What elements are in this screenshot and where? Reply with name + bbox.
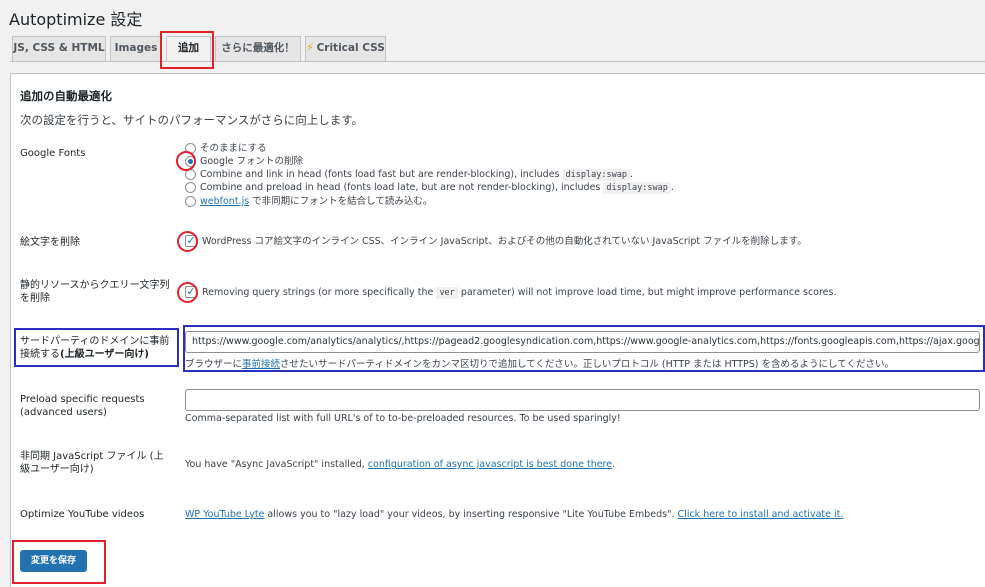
google-fonts-label: Google Fonts [20, 148, 86, 159]
webfontjs-link[interactable]: webfont.js [200, 196, 249, 207]
section-heading: 追加の自動最適化 [20, 89, 112, 103]
google-fonts-radio-combine-preload[interactable] [185, 182, 196, 193]
google-fonts-option-combine-preload: Combine and preload in head (fonts load … [200, 182, 674, 194]
highlight-emoji-checkbox [177, 231, 198, 252]
highlight-query-strings-checkbox [177, 282, 198, 303]
google-fonts-option-webfontjs: webfont.js で非同期にフォントを結合して読み込む。 [200, 196, 433, 207]
page-title: Autoptimize 設定 [9, 10, 143, 29]
preload-input[interactable] [185, 389, 980, 411]
section-description: 次の設定を行うと、サイトのパフォーマンスがさらに向上します。 [20, 113, 364, 127]
youtube-description: WP YouTube Lyte allows you to "lazy load… [185, 509, 844, 520]
preload-hint: Comma-separated list with full URL's of … [185, 413, 621, 424]
google-fonts-option-combine-link: Combine and link in head (fonts load fas… [200, 169, 633, 181]
google-fonts-radio-webfontjs[interactable] [185, 196, 196, 207]
highlight-preconnect-label [14, 328, 179, 367]
youtube-install-link[interactable]: Click here to install and activate it. [678, 509, 844, 520]
ver-code: ver [436, 287, 458, 299]
tabs-divider [10, 61, 985, 62]
async-js-label: 非同期 JavaScript ファイル (上級ユーザー向け) [20, 451, 164, 475]
wp-youtube-lyte-link[interactable]: WP YouTube Lyte [185, 509, 264, 520]
emoji-label: 絵文字を削除 [20, 237, 80, 248]
tab-more-optimization[interactable]: さらに最適化！ [215, 36, 301, 61]
tab-critical-css-label: Critical CSS [316, 42, 385, 54]
highlight-preconnect-field [183, 325, 985, 372]
google-fonts-option-keep: そのままにする [200, 143, 267, 154]
display-swap-code: display:swap [562, 169, 630, 181]
query-strings-label: 静的リソースからクエリー文字列を削除 [20, 280, 170, 304]
highlight-save-button [12, 540, 106, 584]
youtube-label: Optimize YouTube videos [20, 509, 145, 520]
highlight-google-fonts-remove [176, 151, 196, 171]
lightning-bolt-icon: ⚡ [306, 42, 314, 54]
tab-images[interactable]: Images [110, 36, 162, 61]
google-fonts-option-remove: Google フォントの削除 [200, 156, 304, 167]
emoji-description: WordPress コア絵文字のインライン CSS、インライン JavaScri… [202, 236, 807, 247]
display-swap-code: display:swap [603, 182, 671, 194]
highlight-extra-tab [160, 31, 214, 69]
tab-js-css-html[interactable]: JS, CSS & HTML [12, 36, 106, 61]
tab-critical-css[interactable]: ⚡ Critical CSS [305, 36, 386, 61]
query-strings-description: Removing query strings (or more specific… [202, 287, 837, 299]
preload-label: Preload specific requests (advanced users… [20, 394, 145, 418]
async-js-description: You have "Async JavaScript" installed, c… [185, 459, 616, 470]
async-js-config-link[interactable]: configuration of async javascript is bes… [368, 459, 612, 470]
